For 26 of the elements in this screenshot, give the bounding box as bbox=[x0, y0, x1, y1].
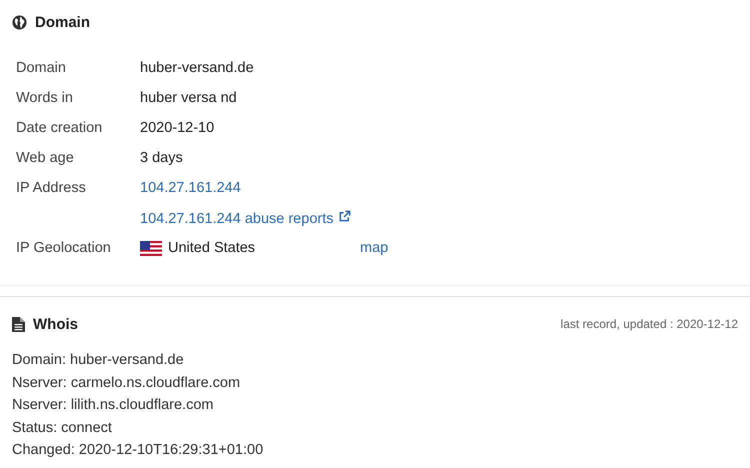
field-value: huber versa nd bbox=[140, 90, 237, 106]
whois-line: Changed: 2020-12-10T16:29:31+01:00 bbox=[12, 441, 264, 460]
field-label: Web age bbox=[16, 150, 75, 166]
globe-icon bbox=[12, 14, 27, 30]
section-title: Domain bbox=[35, 14, 90, 30]
section-title: Whois bbox=[33, 316, 78, 332]
field-label: Words in bbox=[16, 90, 74, 106]
country-name: United States bbox=[168, 240, 256, 256]
field-label: Date creation bbox=[16, 120, 104, 136]
whois-line: Domain: huber-versand.de bbox=[12, 351, 185, 370]
external-link-icon bbox=[338, 210, 351, 222]
whois-line: Nserver: lilith.ns.cloudflare.com bbox=[12, 396, 214, 415]
field-value: 3 days bbox=[140, 150, 183, 166]
ip-link[interactable]: 104.27.161.244 bbox=[140, 180, 241, 196]
document-icon bbox=[12, 316, 25, 332]
field-label: IP Address bbox=[16, 180, 87, 196]
abuse-reports-link[interactable]: 104.27.161.244 abuse reports bbox=[140, 210, 351, 226]
field-label: IP Geolocation bbox=[16, 240, 112, 256]
updated-note: last record, updated : 2020-12-12 bbox=[560, 317, 738, 331]
whois-line: Status: connect bbox=[12, 418, 113, 438]
field-value: huber-versand.de bbox=[140, 60, 254, 76]
whois-line: Nserver: carmelo.ns.cloudflare.com bbox=[12, 374, 242, 392]
field-label: Domain bbox=[16, 60, 67, 76]
field-value: 2020-12-10 bbox=[140, 120, 214, 136]
flag-icon bbox=[140, 240, 162, 256]
map-link[interactable]: map bbox=[360, 240, 388, 256]
